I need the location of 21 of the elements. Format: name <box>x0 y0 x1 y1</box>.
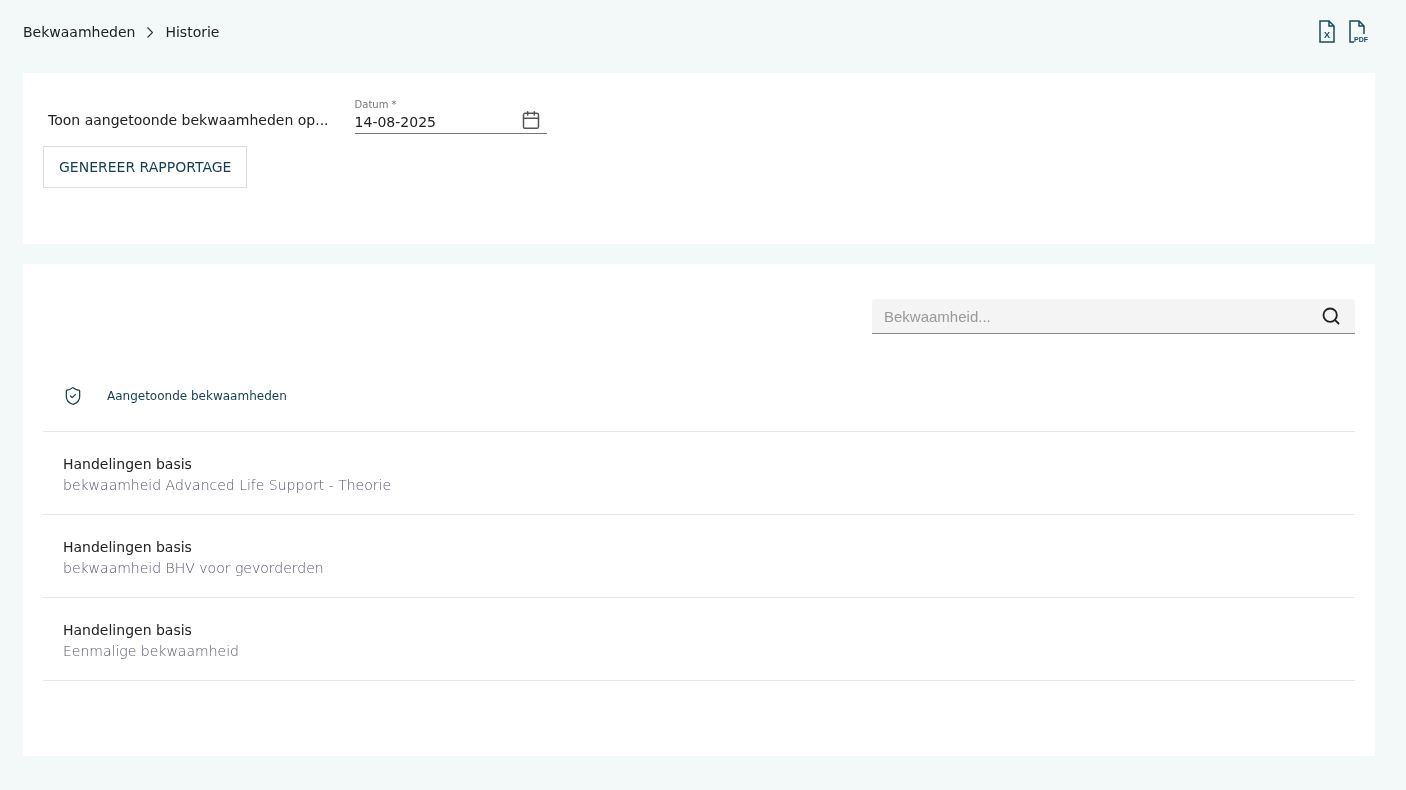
item-title: Handelingen basis <box>63 456 193 472</box>
search-field[interactable]: Bekwaamheid... <box>872 299 1355 334</box>
breadcrumb-link[interactable]: Historie <box>165 24 220 40</box>
search-icon[interactable] <box>1321 306 1341 326</box>
shield-check-icon <box>63 386 83 406</box>
item-title: Handelingen basis <box>63 622 193 638</box>
section-title: Aangetoonde bekwaamheden <box>107 389 287 403</box>
item-subtitle: bekwaamheid BHV voor gevorderden <box>63 560 325 576</box>
item-subtitle: bekwaamheid Advanced Life Support - Theorie <box>63 477 392 493</box>
calendar-icon[interactable] <box>520 110 541 130</box>
breadcrumb-link[interactable]: Bekwaamheden <box>23 24 136 40</box>
item-title: Handelingen basis <box>63 539 193 555</box>
item-subtitle: Eenmalige bekwaamheid <box>63 643 240 659</box>
generate-report-button[interactable]: GENEREER RAPPORTAGE <box>43 146 248 188</box>
date-field[interactable]: 14-08-2025 <box>354 110 547 134</box>
list-item[interactable]: Handelingen basis bekwaamheid Advanced Life Support - Theorie <box>43 432 1355 515</box>
prompt-text: Toon aangetoonde bekwaamheden op... <box>48 112 329 130</box>
list-item[interactable]: Handelingen basis Eenmalige bekwaamheid <box>43 598 1355 681</box>
list-item[interactable]: Handelingen basis bekwaamheid BHV voor gevorderden <box>43 515 1355 598</box>
date-label: Datum * <box>354 99 398 110</box>
chevron-right-icon <box>147 26 154 38</box>
